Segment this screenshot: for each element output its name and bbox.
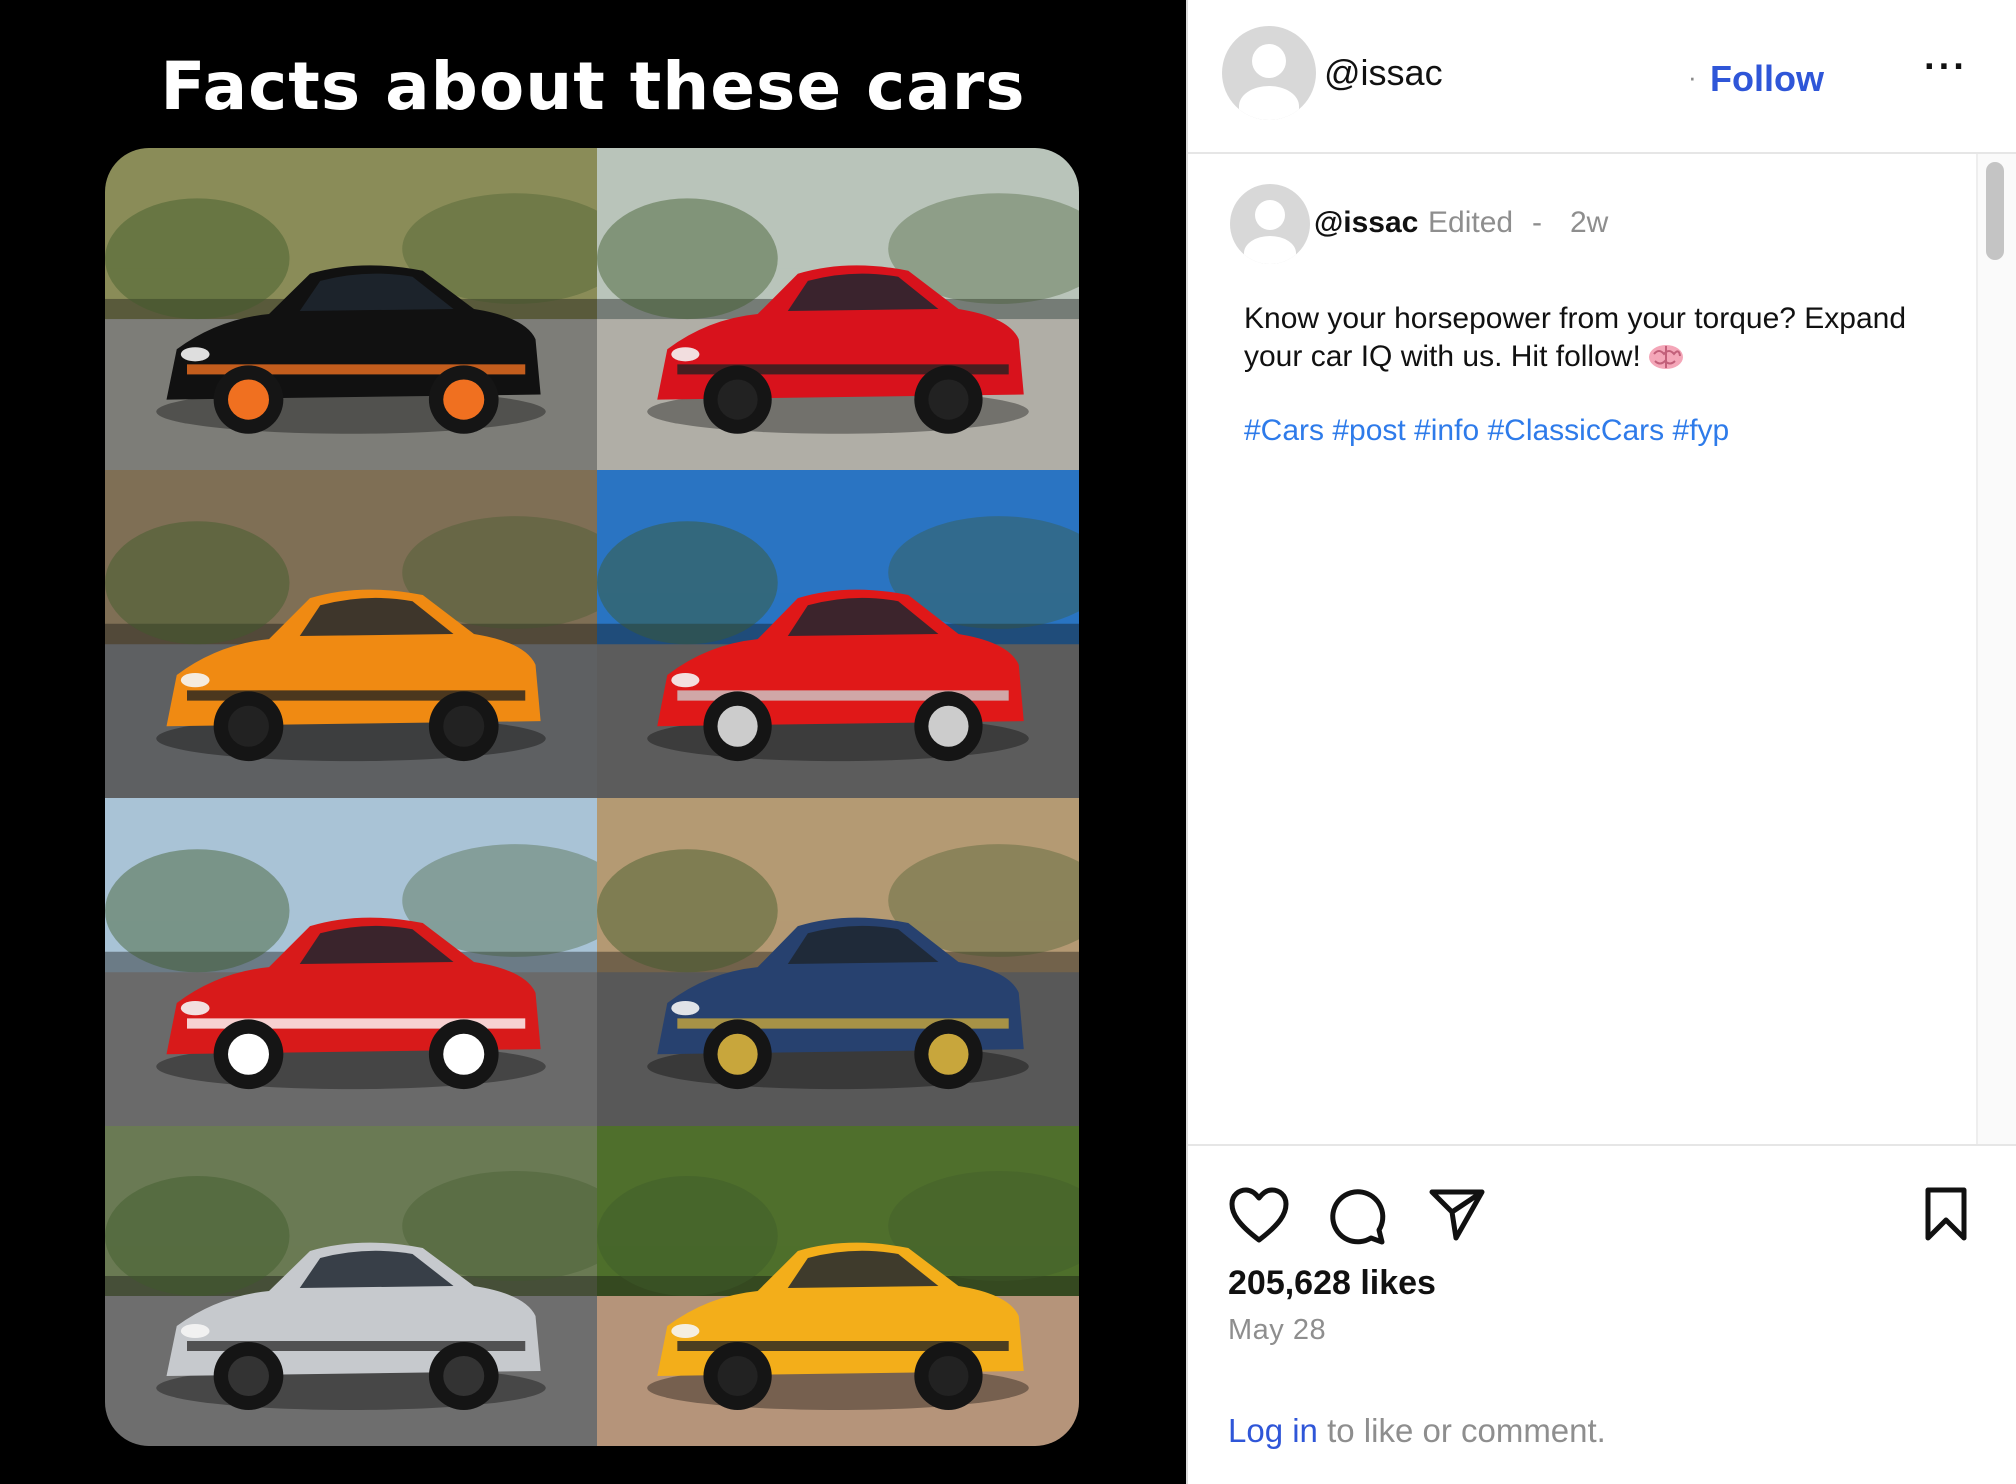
comment-username[interactable]: @issac [1314, 206, 1418, 240]
scrollbar-thumb[interactable] [1986, 162, 2004, 260]
action-bar: 205,628 likes May 28 Log in to like or c… [1188, 1146, 2016, 1484]
tile-black-porsche [105, 148, 597, 470]
comment-icon[interactable] [1326, 1186, 1386, 1246]
login-link[interactable]: Log in [1228, 1412, 1318, 1449]
post-media: Facts about these cars [0, 0, 1186, 1484]
bookmark-icon[interactable] [1922, 1186, 1970, 1242]
tile-red-ferrari [105, 798, 597, 1126]
edited-label: Edited [1428, 206, 1514, 239]
car-image-grid [105, 148, 1079, 1446]
login-prompt-text: to like or comment. [1317, 1412, 1606, 1449]
time-separator: - [1532, 206, 1542, 239]
follow-separator: · [1688, 62, 1697, 92]
caption-area: @issac Edited - 2w Know your horsepower … [1188, 154, 2016, 1146]
tile-red-bmw [597, 470, 1079, 798]
post-date: May 28 [1228, 1314, 1327, 1346]
tile-silver-audi [105, 1126, 597, 1446]
avatar[interactable] [1222, 26, 1316, 120]
post-age: 2w [1570, 206, 1609, 239]
post-caption: Know your horsepower from your torque? E… [1244, 300, 1964, 376]
like-count[interactable]: 205,628 likes [1228, 1264, 1436, 1303]
tile-orange-lamborghini [105, 470, 597, 798]
tile-blue-pagani [597, 798, 1079, 1126]
comment-avatar[interactable] [1230, 184, 1310, 264]
heart-icon[interactable] [1228, 1186, 1290, 1244]
media-title: Facts about these cars [160, 48, 1026, 125]
tile-yellow-lexus [597, 1126, 1079, 1446]
tile-red-mercedes [597, 148, 1079, 470]
header-username[interactable]: @issac [1324, 52, 1443, 94]
caption-text: Know your horsepower from your torque? E… [1244, 302, 1907, 373]
follow-button[interactable]: Follow [1710, 58, 1824, 100]
hashtags[interactable]: #Cars #post #info #ClassicCars #fyp [1244, 414, 1729, 448]
login-prompt: Log in to like or comment. [1228, 1412, 1606, 1450]
share-icon[interactable] [1428, 1186, 1486, 1242]
brain-emoji-icon [1648, 345, 1683, 369]
post-panel: @issac · Follow ··· @issac Edited - 2w K… [1186, 0, 2016, 1484]
more-options-icon[interactable]: ··· [1924, 46, 1968, 89]
scrollbar[interactable] [1976, 154, 2016, 1144]
post-header: @issac · Follow ··· [1188, 0, 2016, 154]
